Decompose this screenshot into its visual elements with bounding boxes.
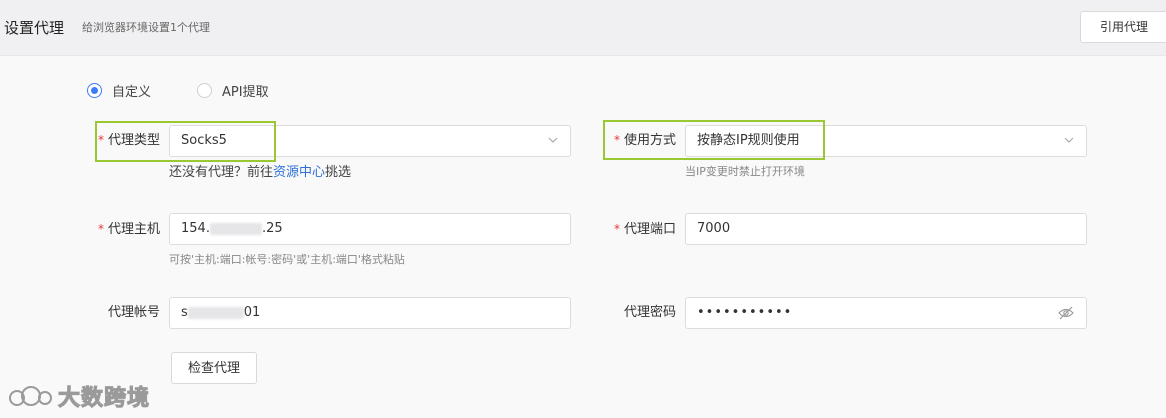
watermark-text: 大数跨境 [57, 386, 151, 412]
usage-mode-value: 按静态IP规则使用 [697, 133, 800, 148]
redacted-blur [187, 306, 244, 319]
host-hint: 可按'主机:端口:帐号:密码'或'主机:端口'格式粘贴 [169, 253, 405, 266]
eye-off-icon[interactable] [1058, 306, 1074, 320]
required-mark: * [97, 222, 104, 236]
required-mark: * [97, 133, 104, 147]
required-mark: * [613, 222, 620, 236]
usage-mode-select[interactable]: 按静态IP规则使用 [685, 125, 1087, 157]
password-label: 代理密码 [623, 305, 676, 320]
port-label-text: 代理端口 [623, 222, 676, 237]
host-value-start: 154. [181, 221, 210, 236]
proxy-type-hint: 还没有代理？前往资源中心挑选 [169, 166, 351, 180]
account-input[interactable]: s 01 [169, 297, 571, 329]
radio-custom-label: 自定义 [112, 84, 152, 100]
reference-proxy-button[interactable]: 引用代理 [1080, 11, 1166, 43]
radio-api-circle[interactable] [197, 82, 212, 98]
page-title: 设置代理 [4, 19, 65, 37]
host-value-end: .25 [261, 221, 283, 236]
proxy-type-label-text: 代理类型 [107, 133, 160, 148]
redacted-blur [209, 222, 262, 235]
usage-mode-label: * 使用方式 [604, 130, 676, 150]
account-label: 代理帐号 [107, 305, 160, 320]
watermark: 大数跨境 [8, 381, 151, 412]
password-input[interactable]: ••••••••••• [685, 297, 1087, 329]
host-label: * 代理主机 [88, 219, 160, 239]
proxy-type-select[interactable]: Socks5 [169, 125, 571, 157]
check-proxy-button[interactable]: 检查代理 [171, 352, 257, 384]
chevron-down-icon [548, 137, 558, 143]
usage-mode-label-text: 使用方式 [623, 133, 676, 148]
radio-api[interactable]: API提取 [197, 81, 269, 100]
account-value-start: s [181, 305, 188, 320]
port-input[interactable]: 7000 [685, 213, 1087, 245]
account-value-end: 01 [243, 305, 261, 320]
password-value: ••••••••••• [697, 305, 793, 320]
proxy-type-value: Socks5 [181, 133, 227, 148]
radio-custom[interactable]: 自定义 [87, 81, 152, 100]
hint-prefix: 还没有代理？前往 [169, 165, 274, 180]
header: 设置代理 给浏览器环境设置1个代理 引用代理 [0, 0, 1166, 56]
host-label-text: 代理主机 [107, 222, 160, 237]
radio-api-label: API提取 [222, 84, 269, 100]
port-label: * 代理端口 [604, 219, 676, 239]
resource-center-link[interactable]: 资源中心 [273, 165, 325, 180]
watermark-logo-icon [9, 386, 52, 406]
port-value: 7000 [697, 221, 731, 236]
page-subtitle: 给浏览器环境设置1个代理 [82, 21, 210, 34]
chevron-down-icon [1064, 137, 1074, 143]
radio-custom-circle[interactable] [87, 82, 102, 98]
hint-suffix: 挑选 [325, 165, 352, 180]
required-mark: * [613, 133, 620, 147]
usage-hint: 当IP变更时禁止打开环境 [685, 165, 805, 178]
proxy-type-label: * 代理类型 [88, 130, 160, 150]
host-input[interactable]: 154. .25 [169, 213, 571, 245]
